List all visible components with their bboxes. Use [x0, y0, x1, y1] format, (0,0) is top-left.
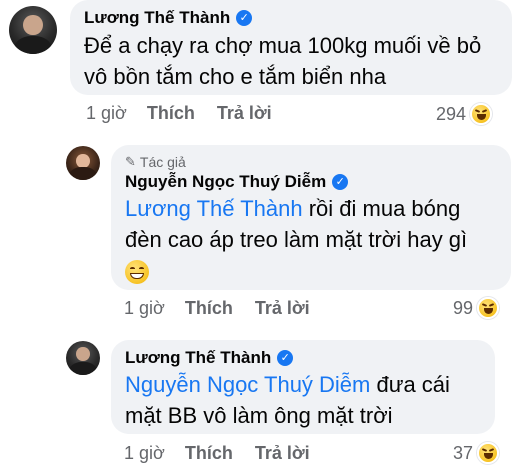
comment-header: Lương Thế Thành ✓: [125, 348, 481, 368]
reaction-summary[interactable]: 294: [436, 103, 493, 125]
like-button[interactable]: Thích: [147, 103, 195, 124]
author-tag-label: Tác giả: [139, 154, 186, 170]
verified-badge-icon: ✓: [236, 10, 253, 26]
avatar-face: [23, 14, 43, 35]
reaction-count: 294: [436, 103, 467, 124]
comment-text-part: rồi đi mua bóng: [302, 196, 461, 221]
avatar-body: [69, 362, 97, 375]
comment-text-part: mặt BB vô làm ông mặt trời: [125, 403, 393, 428]
comment-time[interactable]: 1 giờ: [124, 443, 165, 464]
haha-icon: [477, 297, 500, 319]
reply-button[interactable]: Trả lời: [255, 298, 310, 319]
comment-time[interactable]: 1 giờ: [124, 298, 165, 319]
like-button[interactable]: Thích: [185, 443, 233, 464]
comment-bubble: Lương Thế Thành ✓ Nguyễn Ngọc Thuý Diễm …: [111, 340, 495, 434]
avatar[interactable]: [66, 341, 100, 375]
comment-text: Để a chạy ra chợ mua 100kg muối về bỏ vô…: [84, 33, 482, 89]
avatar-face: [76, 347, 90, 362]
reaction-summary[interactable]: 37: [453, 442, 500, 464]
comment-header: Nguyễn Ngọc Thuý Diễm ✓: [125, 172, 497, 192]
haha-icon: [470, 103, 493, 125]
comment-actions: 1 giờ Thích Trả lời: [124, 443, 310, 464]
reaction-count: 37: [453, 442, 474, 463]
pencil-icon: ✎: [125, 154, 136, 169]
haha-icon: [477, 442, 500, 464]
comment-text: Nguyễn Ngọc Thuý Diễm đưa cái mặt BB vô …: [125, 369, 481, 431]
avatar-body: [13, 35, 53, 54]
comment-time[interactable]: 1 giờ: [86, 103, 127, 124]
comment-author-name[interactable]: Lương Thế Thành: [125, 348, 271, 368]
avatar[interactable]: [66, 146, 100, 180]
verified-badge-icon: ✓: [332, 174, 349, 190]
reply-button[interactable]: Trả lời: [255, 443, 310, 464]
like-button[interactable]: Thích: [185, 298, 233, 319]
author-tag: ✎ Tác giả: [125, 154, 497, 170]
avatar-body: [69, 167, 97, 180]
comment-actions: 1 giờ Thích Trả lời: [86, 103, 272, 124]
mention-link[interactable]: Nguyễn Ngọc Thuý Diễm: [125, 372, 370, 397]
avatar[interactable]: [9, 6, 57, 54]
verified-badge-icon: ✓: [277, 350, 294, 366]
comment-bubble: ✎ Tác giả Nguyễn Ngọc Thuý Diễm ✓ Lương …: [111, 145, 511, 290]
comment-bubble: Lương Thế Thành ✓ Để a chạy ra chợ mua 1…: [70, 0, 512, 95]
reply-button[interactable]: Trả lời: [217, 103, 272, 124]
comment-author-name[interactable]: Lương Thế Thành: [84, 8, 230, 28]
reaction-count: 99: [453, 297, 474, 318]
reaction-summary[interactable]: 99: [453, 297, 500, 319]
grinning-squinting-face-icon: [125, 260, 149, 285]
comment-text-part: đưa cái: [370, 372, 450, 397]
mention-link[interactable]: Lương Thế Thành: [125, 196, 303, 221]
comment-author-name[interactable]: Nguyễn Ngọc Thuý Diễm: [125, 172, 326, 192]
comment-text-part: đèn cao áp treo làm mặt trời hay gì: [125, 227, 468, 252]
comment-actions: 1 giờ Thích Trả lời: [124, 298, 310, 319]
comment-text: Lương Thế Thành rồi đi mua bóng đèn cao …: [125, 193, 497, 286]
comment-header: Lương Thế Thành ✓: [84, 8, 498, 28]
